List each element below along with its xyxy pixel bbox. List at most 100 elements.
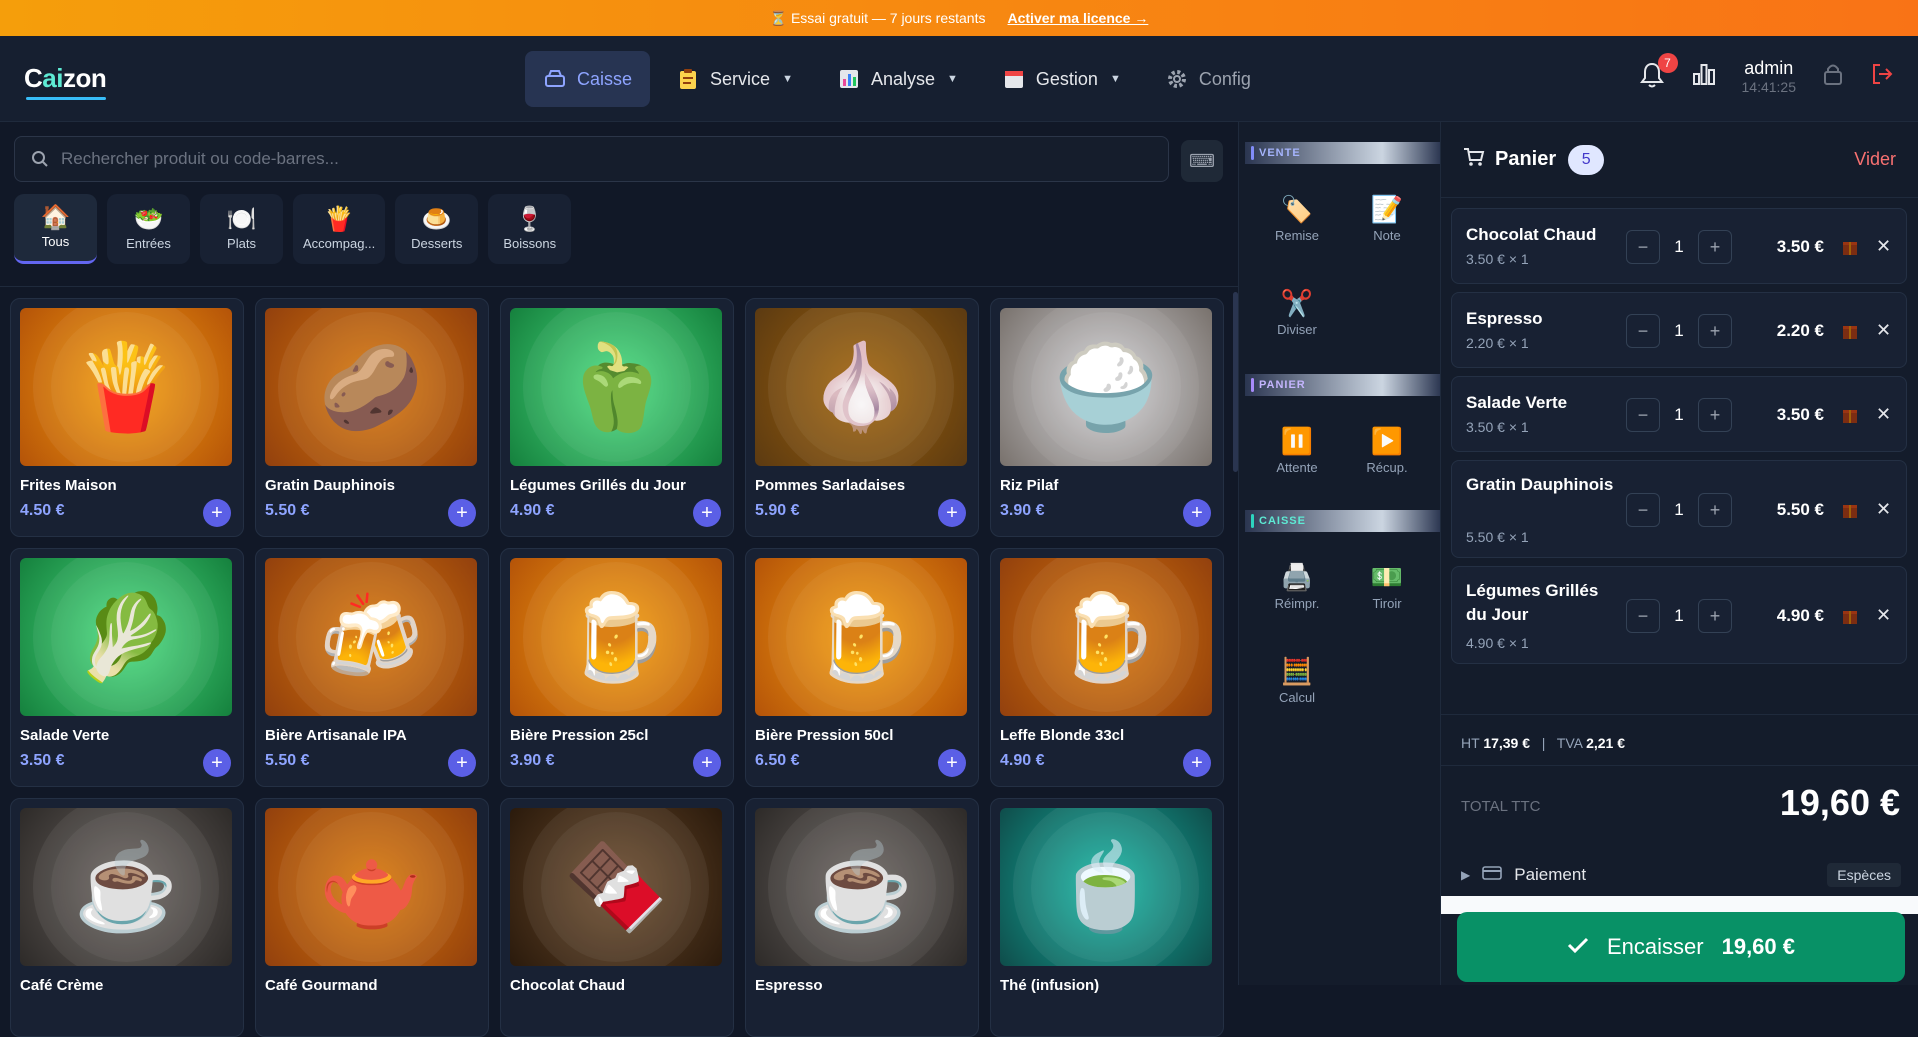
nav-analyse[interactable]: Analyse ▼	[819, 51, 976, 107]
add-to-cart-button[interactable]: +	[693, 749, 721, 777]
search-icon	[31, 150, 49, 168]
decrease-quantity-button[interactable]: −	[1626, 398, 1660, 432]
decrease-quantity-button[interactable]: −	[1626, 314, 1660, 348]
product-card[interactable]: ☕ Espresso	[745, 798, 979, 1037]
keyboard-button[interactable]: ⌨	[1181, 140, 1223, 182]
product-image: 🍟	[20, 308, 232, 466]
lock-icon[interactable]	[1822, 62, 1844, 91]
category-tab-entrees[interactable]: 🥗 Entrées	[107, 194, 190, 264]
product-card[interactable]: 🥔 Gratin Dauphinois 5.50 € +	[255, 298, 489, 537]
product-card[interactable]: 🫖 Café Gourmand	[255, 798, 489, 1037]
attente-button[interactable]: ⏸️ Attente	[1252, 418, 1342, 484]
search-bar[interactable]: Rechercher produit ou code-barres...	[14, 136, 1169, 182]
plus-icon: +	[456, 502, 468, 524]
note-button[interactable]: 📝 Note	[1342, 186, 1432, 252]
remise-button[interactable]: 🏷️ Remise	[1252, 186, 1342, 252]
add-to-cart-button[interactable]: +	[448, 749, 476, 777]
gift-icon[interactable]	[1842, 607, 1860, 625]
increase-quantity-button[interactable]: +	[1698, 398, 1732, 432]
nav-service[interactable]: Service ▼	[658, 51, 811, 107]
product-card[interactable]: 🥬 Salade Verte 3.50 € +	[10, 548, 244, 787]
product-card[interactable]: ☕ Café Crème	[10, 798, 244, 1037]
product-card[interactable]: 🍺 Bière Pression 25cl 3.90 € +	[500, 548, 734, 787]
remove-item-button[interactable]: ✕	[1876, 320, 1891, 341]
nav-gestion[interactable]: Gestion ▼	[984, 51, 1139, 107]
add-to-cart-button[interactable]: +	[448, 499, 476, 527]
increase-quantity-button[interactable]: +	[1698, 314, 1732, 348]
cart-item-name: Salade Verte	[1466, 393, 1568, 412]
category-tab-plats[interactable]: 🍽️ Plats	[200, 194, 283, 264]
remove-item-button[interactable]: ✕	[1876, 605, 1891, 626]
clear-cart-button[interactable]: Vider	[1854, 149, 1896, 170]
nav-caisse[interactable]: Caisse	[525, 51, 651, 107]
product-price: 3.90 €	[510, 752, 555, 769]
increase-quantity-button[interactable]: +	[1698, 599, 1732, 633]
product-name: Café Gourmand	[265, 977, 378, 994]
product-card[interactable]: 🍟 Frites Maison 4.50 € +	[10, 298, 244, 537]
reimprimer-button[interactable]: 🖨️ Réimpr.	[1252, 554, 1342, 620]
product-card[interactable]: 🍺 Leffe Blonde 33cl 4.90 € +	[990, 548, 1224, 787]
close-icon: ✕	[1876, 404, 1892, 424]
chevron-down-icon: ▼	[1109, 73, 1121, 85]
increase-quantity-button[interactable]: +	[1698, 493, 1732, 527]
logo[interactable]: Caizon	[24, 63, 384, 100]
tiroir-button[interactable]: 💵 Tiroir	[1342, 554, 1432, 620]
checkout-button[interactable]: Encaisser 19,60 €	[1457, 912, 1905, 982]
chevron-down-icon: ▼	[782, 73, 793, 85]
nav-config[interactable]: Config	[1147, 51, 1269, 107]
product-name: Frites Maison	[20, 477, 117, 494]
cart-item: Gratin Dauphinois 5.50 € × 1 − 1 +5.50 € ✕	[1451, 460, 1907, 558]
cart-item-name: Espresso	[1466, 309, 1543, 328]
category-tab-boissons[interactable]: 🍷 Boissons	[488, 194, 572, 264]
category-tab-tous[interactable]: 🏠 Tous	[14, 194, 97, 264]
decrease-quantity-button[interactable]: −	[1626, 493, 1660, 527]
home-icon: 🏠	[40, 204, 71, 231]
product-card[interactable]: 🍚 Riz Pilaf 3.90 € +	[990, 298, 1224, 537]
cart-item-total: 3.50 €	[1776, 405, 1824, 424]
diviser-button[interactable]: ✂️ Diviser	[1252, 280, 1342, 346]
product-card[interactable]: 🍫 Chocolat Chaud	[500, 798, 734, 1037]
product-card[interactable]: 🧄 Pommes Sarladaises 5.90 € +	[745, 298, 979, 537]
product-card[interactable]: 🍺 Bière Pression 50cl 6.50 € +	[745, 548, 979, 787]
gift-icon[interactable]	[1842, 238, 1860, 256]
cart-icon	[1463, 147, 1485, 172]
product-card[interactable]: 🫑 Légumes Grillés du Jour 4.90 € +	[500, 298, 734, 537]
cash-icon: 💵	[1370, 561, 1404, 592]
notifications-button[interactable]: 7	[1639, 53, 1678, 91]
category-tab-accompagnements[interactable]: 🍟 Accompag...	[293, 194, 386, 264]
product-name: Café Crème	[20, 977, 104, 994]
add-to-cart-button[interactable]: +	[203, 749, 231, 777]
gift-icon[interactable]	[1842, 501, 1860, 519]
remove-item-button[interactable]: ✕	[1876, 236, 1891, 257]
category-tab-desserts[interactable]: 🍮 Desserts	[395, 194, 479, 264]
gift-icon[interactable]	[1842, 406, 1860, 424]
plus-icon: +	[1709, 605, 1721, 626]
add-to-cart-button[interactable]: +	[1183, 749, 1211, 777]
gear-icon	[1165, 67, 1189, 91]
product-card[interactable]: 🍻 Bière Artisanale IPA 5.50 € +	[255, 548, 489, 787]
add-to-cart-button[interactable]: +	[693, 499, 721, 527]
recup-button[interactable]: ▶️ Récup.	[1342, 418, 1432, 484]
calcul-button[interactable]: 🧮 Calcul	[1252, 648, 1342, 714]
remove-item-button[interactable]: ✕	[1876, 499, 1891, 520]
search-input[interactable]: Rechercher produit ou code-barres...	[61, 149, 339, 169]
category-tabs: 🏠 Tous 🥗 Entrées 🍽️ Plats 🍟 Accompag... 🍮 Des…	[14, 194, 572, 264]
activate-license-link[interactable]: Activer ma licence →	[1008, 10, 1149, 26]
quantity-stepper: − 1 +	[1626, 599, 1732, 633]
add-to-cart-button[interactable]: +	[203, 499, 231, 527]
product-name: Chocolat Chaud	[510, 977, 625, 994]
remove-item-button[interactable]: ✕	[1876, 404, 1891, 425]
cart-item-total: 2.20 €	[1776, 321, 1824, 340]
gift-icon[interactable]	[1842, 322, 1860, 340]
increase-quantity-button[interactable]: +	[1698, 230, 1732, 264]
add-to-cart-button[interactable]: +	[938, 749, 966, 777]
payment-toggle[interactable]: ▶ Paiement Espèces	[1461, 863, 1901, 887]
product-card[interactable]: 🍵 Thé (infusion)	[990, 798, 1224, 1037]
add-to-cart-button[interactable]: +	[938, 499, 966, 527]
add-to-cart-button[interactable]: +	[1183, 499, 1211, 527]
logout-icon[interactable]	[1870, 62, 1894, 91]
decrease-quantity-button[interactable]: −	[1626, 230, 1660, 264]
decrease-quantity-button[interactable]: −	[1626, 599, 1660, 633]
tva-amount: 2,21 €	[1586, 735, 1626, 751]
stats-icon[interactable]	[1692, 62, 1716, 91]
